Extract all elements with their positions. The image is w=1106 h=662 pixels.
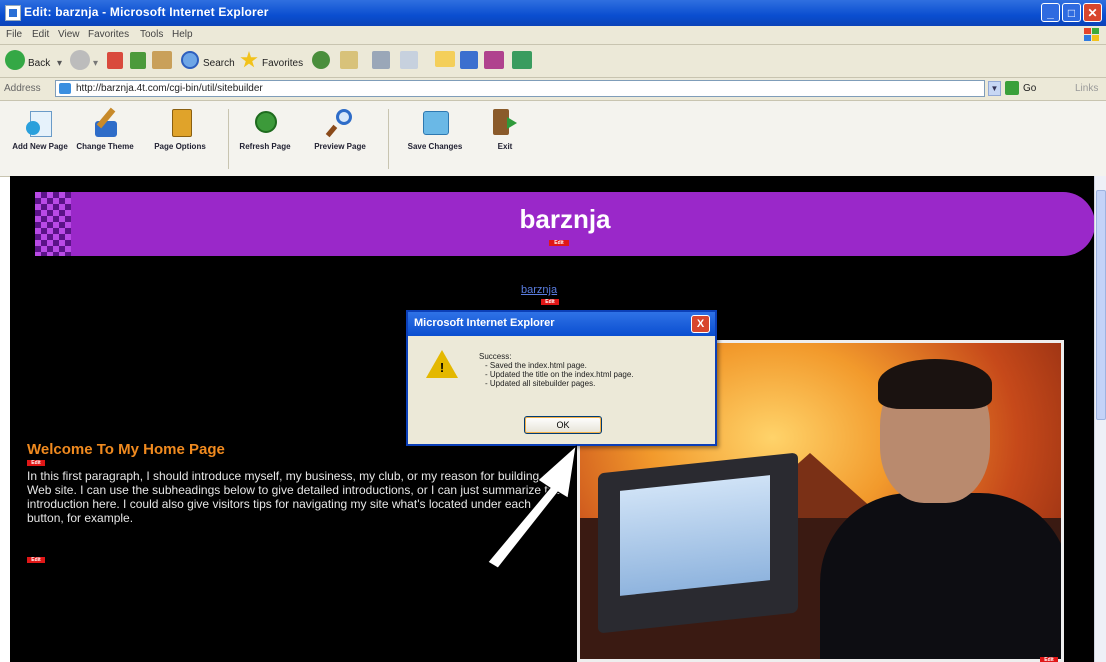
- print-icon[interactable]: [372, 51, 390, 69]
- favorites-star-icon[interactable]: [240, 51, 258, 68]
- add-new-page-button[interactable]: Add New Page: [10, 105, 70, 173]
- save-changes-label: Save Changes: [407, 142, 463, 151]
- standard-toolbar: Back ▾ ▾ Search Favorites: [0, 45, 1106, 78]
- preview-page-button[interactable]: Preview Page: [310, 105, 370, 173]
- address-dropdown-icon[interactable]: ▼: [988, 81, 1001, 96]
- menu-view[interactable]: View: [58, 29, 80, 40]
- pointer-arrow-icon: [487, 444, 577, 569]
- page-options-button[interactable]: Page Options: [150, 105, 210, 173]
- title-bar: Edit: barznja - Microsoft Internet Explo…: [0, 0, 1106, 26]
- dialog-message-line: - Saved the index.html page.: [485, 361, 587, 370]
- back-dropdown-icon[interactable]: ▾: [57, 58, 62, 69]
- menu-file[interactable]: File: [6, 29, 22, 40]
- nav-link-barznja[interactable]: barznja: [521, 284, 557, 296]
- address-bar: Address http://barznja.4t.com/cgi-bin/ut…: [0, 78, 1106, 101]
- search-label[interactable]: Search: [203, 58, 235, 69]
- dialog-message-line: - Updated all sitebuilder pages.: [485, 379, 596, 388]
- warning-exclamation-icon: !: [439, 360, 445, 375]
- page-options-icon: [164, 107, 196, 139]
- address-url[interactable]: http://barznja.4t.com/cgi-bin/util/siteb…: [76, 83, 263, 94]
- go-button[interactable]: Go: [1023, 83, 1036, 94]
- page-options-label: Page Options: [154, 142, 206, 151]
- menu-tools[interactable]: Tools: [140, 29, 163, 40]
- back-arrow-icon[interactable]: [5, 50, 25, 70]
- dialog-message-line: - Updated the title on the index.html pa…: [485, 370, 634, 379]
- edit-badge-photo[interactable]: Edit: [1040, 657, 1058, 662]
- search-icon[interactable]: [181, 51, 199, 69]
- site-banner: barznja Edit: [35, 192, 1094, 256]
- photo-person-body: [820, 493, 1061, 659]
- dialog-message: Success: - Saved the index.html page. - …: [479, 352, 634, 388]
- change-theme-label: Change Theme: [76, 142, 134, 151]
- forward-arrow-icon[interactable]: [70, 50, 90, 70]
- exit-label: Exit: [497, 142, 513, 151]
- home-icon[interactable]: [152, 51, 172, 69]
- ok-button[interactable]: OK: [524, 416, 602, 434]
- edit-badge-paragraph[interactable]: Edit: [27, 557, 45, 563]
- alert-dialog: Microsoft Internet Explorer X ! Success:…: [406, 310, 717, 446]
- back-label[interactable]: Back: [28, 58, 50, 69]
- media-icon[interactable]: [512, 51, 532, 69]
- preview-page-label: Preview Page: [314, 142, 366, 151]
- windows-flag-icon: [1083, 27, 1101, 43]
- refresh-icon[interactable]: [130, 52, 146, 69]
- history-icon[interactable]: [312, 51, 330, 69]
- links-button[interactable]: Links: [1075, 83, 1098, 94]
- favorites-label[interactable]: Favorites: [262, 58, 303, 69]
- stop-icon[interactable]: [107, 52, 123, 69]
- address-field[interactable]: http://barznja.4t.com/cgi-bin/util/siteb…: [55, 80, 985, 97]
- toolbar-divider: [228, 109, 229, 169]
- dialog-message-heading: Success:: [479, 352, 512, 361]
- add-new-page-label: Add New Page: [12, 142, 68, 151]
- edit-badge-nav[interactable]: Edit: [541, 299, 559, 305]
- photo-screen: [620, 475, 770, 596]
- edit-badge-heading[interactable]: Edit: [27, 460, 45, 466]
- save-icon: [419, 107, 451, 139]
- photo-person: [820, 359, 1061, 659]
- go-arrow-icon[interactable]: [1005, 81, 1019, 95]
- forward-dropdown-icon[interactable]: ▾: [93, 58, 98, 69]
- ie-app-icon[interactable]: [5, 5, 21, 21]
- research-icon[interactable]: [484, 51, 504, 69]
- maximize-button[interactable]: □: [1062, 3, 1081, 22]
- exit-button[interactable]: Exit: [475, 105, 535, 173]
- menu-edit[interactable]: Edit: [32, 29, 49, 40]
- scrollbar-thumb[interactable]: [1096, 190, 1106, 420]
- vertical-scrollbar[interactable]: [1094, 176, 1106, 662]
- dialog-close-button[interactable]: X: [691, 315, 710, 333]
- exit-door-icon: [489, 107, 521, 139]
- mail-icon[interactable]: [340, 51, 358, 69]
- address-label: Address: [4, 83, 41, 94]
- page-icon: [59, 83, 71, 94]
- magnifier-icon: [324, 107, 356, 139]
- close-button[interactable]: ✕: [1083, 3, 1102, 22]
- folder-icon[interactable]: [435, 51, 455, 67]
- dialog-title: Microsoft Internet Explorer: [414, 317, 555, 329]
- brush-icon: [89, 107, 121, 139]
- refresh-page-button[interactable]: Refresh Page: [235, 105, 295, 173]
- edit-badge-title[interactable]: Edit: [549, 240, 569, 246]
- dialog-title-bar: Microsoft Internet Explorer X: [408, 312, 715, 336]
- edit-page-icon[interactable]: [400, 51, 418, 69]
- window-title: Edit: barznja - Microsoft Internet Explo…: [24, 5, 269, 19]
- site-title[interactable]: barznja: [35, 204, 1094, 235]
- menu-bar: File Edit View Favorites Tools Help: [0, 26, 1106, 45]
- toolbar-divider: [388, 109, 389, 169]
- refresh-icon: [249, 107, 281, 139]
- sitebuilder-toolbar: Add New Page Change Theme Page Options R…: [0, 101, 1106, 177]
- minimize-button[interactable]: _: [1041, 3, 1060, 22]
- save-changes-button[interactable]: Save Changes: [405, 105, 465, 173]
- change-theme-button[interactable]: Change Theme: [75, 105, 135, 173]
- refresh-page-label: Refresh Page: [239, 142, 291, 151]
- messenger-icon[interactable]: [460, 51, 478, 69]
- ie-window: Edit: barznja - Microsoft Internet Explo…: [0, 0, 1106, 662]
- menu-help[interactable]: Help: [172, 29, 193, 40]
- welcome-heading: Welcome To My Home Page: [27, 441, 225, 458]
- add-page-icon: [24, 107, 56, 139]
- photo-person-hair: [878, 359, 992, 409]
- menu-favorites[interactable]: Favorites: [88, 29, 129, 40]
